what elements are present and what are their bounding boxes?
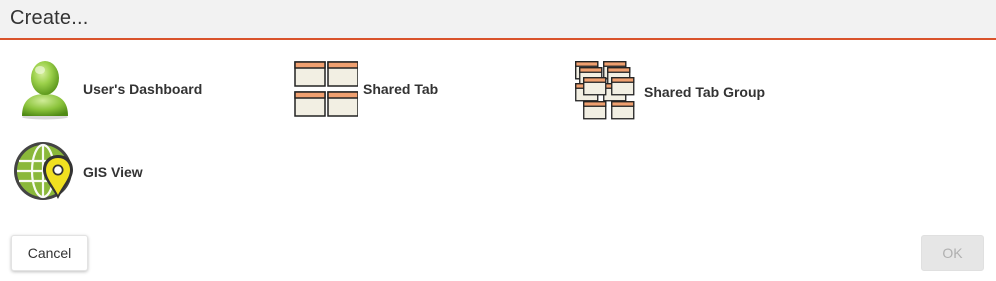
option-label: Shared Tab Group: [644, 84, 766, 100]
option-label: GIS View: [83, 164, 143, 180]
option-shared-tab-group[interactable]: Shared Tab Group: [575, 61, 765, 123]
gis-globe-pin-icon: [14, 142, 73, 200]
shared-tab-icon: [294, 61, 358, 117]
option-shared-tab[interactable]: Shared Tab: [294, 61, 438, 117]
option-label: Shared Tab: [363, 81, 439, 97]
cancel-button[interactable]: Cancel: [11, 235, 88, 271]
shared-tab-group-icon: [575, 61, 635, 120]
option-users-dashboard[interactable]: User's Dashboard: [18, 58, 202, 120]
dialog-header: Create...: [0, 0, 996, 40]
option-gis-view[interactable]: GIS View: [12, 139, 143, 205]
user-icon: [22, 61, 68, 120]
dialog-title: Create...: [10, 7, 89, 29]
ok-button[interactable]: OK: [921, 235, 984, 271]
option-label: User's Dashboard: [83, 81, 203, 97]
